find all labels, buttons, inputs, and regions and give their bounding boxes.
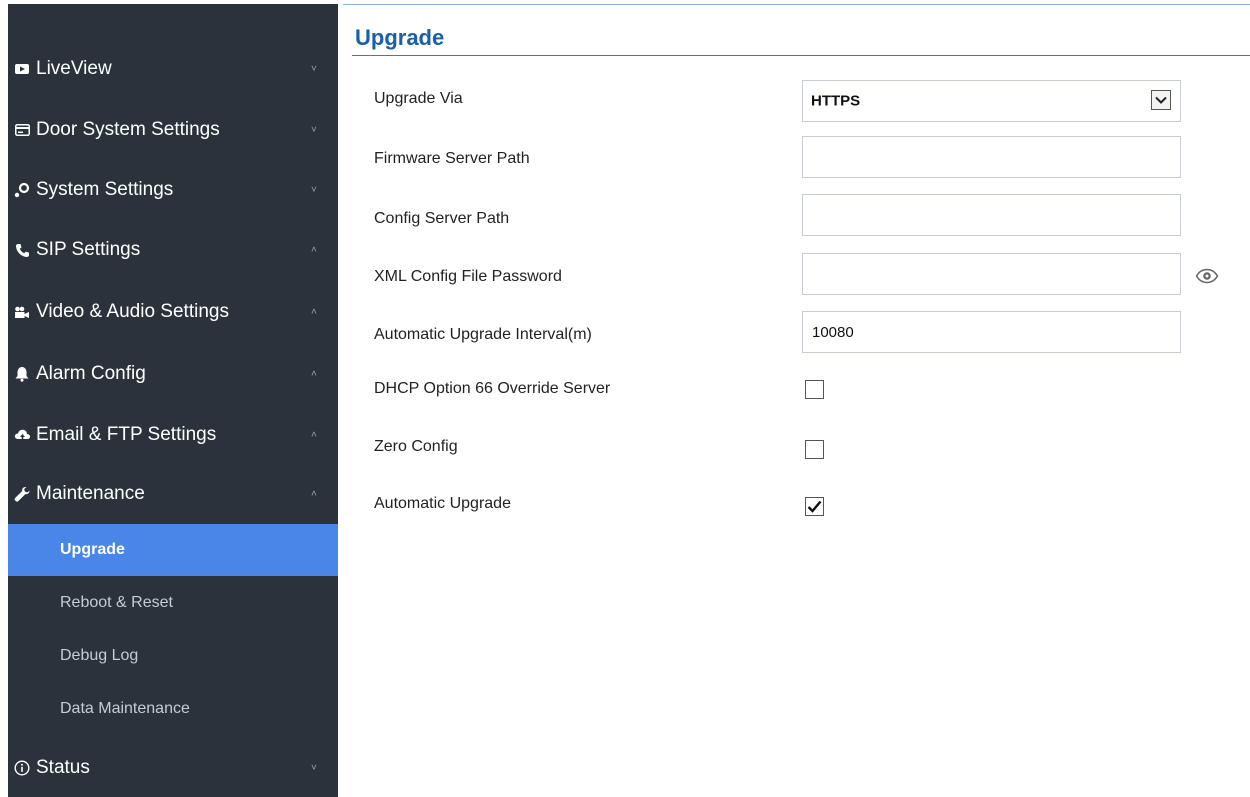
sidebar-subitem-label: Upgrade [60,541,125,558]
page-title: Upgrade [355,25,445,50]
sidebar-item-label: Door System Settings [36,119,220,140]
xml-config-password-label: XML Config File Password [374,268,562,285]
sidebar-subitem-label: Reboot & Reset [60,594,173,611]
sidebar-subitem-label: Data Maintenance [60,700,190,717]
sidebar-item-label: Status [36,757,90,778]
wrench-icon [13,485,31,503]
sidebar-item-label: LiveView [36,58,112,79]
sidebar-item-label: SIP Settings [36,239,141,260]
camera-icon [13,303,31,321]
auto-upgrade-interval-input[interactable] [802,311,1181,353]
video-icon [13,60,31,78]
sidebar-item-sip-settings[interactable]: SIP Settings ˄ [8,221,338,279]
sidebar-item-status[interactable]: Status ˅ [8,739,338,797]
sidebar-item-video-audio-settings[interactable]: Video & Audio Settings ˄ [8,283,338,341]
config-server-path-label: Config Server Path [374,210,510,227]
sidebar: LiveView ˅ Door System Settings ˅ System… [8,4,338,797]
firmware-server-path-input[interactable] [802,136,1181,178]
zero-config-checkbox[interactable] [805,440,824,459]
sidebar-subitem-data-maintenance[interactable]: Data Maintenance [8,683,338,735]
auto-upgrade-interval-label: Automatic Upgrade Interval(m) [374,326,592,343]
chevron-up-icon: ˄ [311,306,317,318]
sidebar-item-system-settings[interactable]: System Settings ˅ [8,161,338,219]
gear-icon [13,181,31,199]
zero-config-label: Zero Config [374,438,458,455]
sidebar-item-label: System Settings [36,179,174,200]
chevron-down-icon: ˅ [311,63,317,75]
automatic-upgrade-label: Automatic Upgrade [374,495,511,512]
sidebar-item-email-ftp-settings[interactable]: Email & FTP Settings ˄ [8,406,338,464]
chevron-up-icon: ˄ [311,488,317,500]
upgrade-via-select[interactable]: HTTPS [802,80,1181,122]
chevron-down-icon: ˅ [311,184,317,196]
config-server-path-input[interactable] [802,194,1181,236]
card-icon [13,121,31,139]
chevron-up-icon: ˄ [311,429,317,441]
upgrade-via-value: HTTPS [811,92,861,110]
checkmark-icon [807,500,822,513]
dhcp-option-66-label: DHCP Option 66 Override Server [374,380,611,397]
sidebar-item-alarm-config[interactable]: Alarm Config ˄ [8,345,338,403]
chevron-up-icon: ˄ [311,244,317,256]
info-icon [13,759,31,777]
chevron-down-icon[interactable] [1151,90,1171,110]
sidebar-item-label: Alarm Config [36,363,146,384]
sidebar-item-door-system-settings[interactable]: Door System Settings ˅ [8,101,338,159]
sidebar-item-liveview[interactable]: LiveView ˅ [8,40,338,98]
sidebar-subitem-label: Debug Log [60,647,139,664]
phone-icon [13,241,31,259]
chevron-down-icon: ˅ [311,762,317,774]
eye-icon[interactable] [1195,267,1219,285]
sidebar-item-label: Email & FTP Settings [36,424,217,445]
sidebar-subitem-upgrade[interactable]: Upgrade [8,524,338,576]
sidebar-item-maintenance[interactable]: Maintenance ˄ [8,465,338,523]
chevron-up-icon: ˄ [311,368,317,380]
firmware-server-path-label: Firmware Server Path [374,150,530,167]
automatic-upgrade-checkbox[interactable] [805,497,824,516]
sidebar-item-label: Video & Audio Settings [36,301,229,322]
chevron-down-icon: ˅ [311,124,317,136]
title-underline [352,55,1250,56]
sidebar-subitem-reboot-reset[interactable]: Reboot & Reset [8,577,338,629]
xml-config-password-input[interactable] [802,253,1181,295]
upgrade-via-label: Upgrade Via [374,90,463,107]
bell-icon [13,365,31,383]
dhcp-option-66-checkbox[interactable] [805,380,824,399]
top-divider [343,4,1250,5]
sidebar-item-label: Maintenance [36,483,145,504]
sidebar-subitem-debug-log[interactable]: Debug Log [8,630,338,682]
cloud-icon [13,426,31,444]
